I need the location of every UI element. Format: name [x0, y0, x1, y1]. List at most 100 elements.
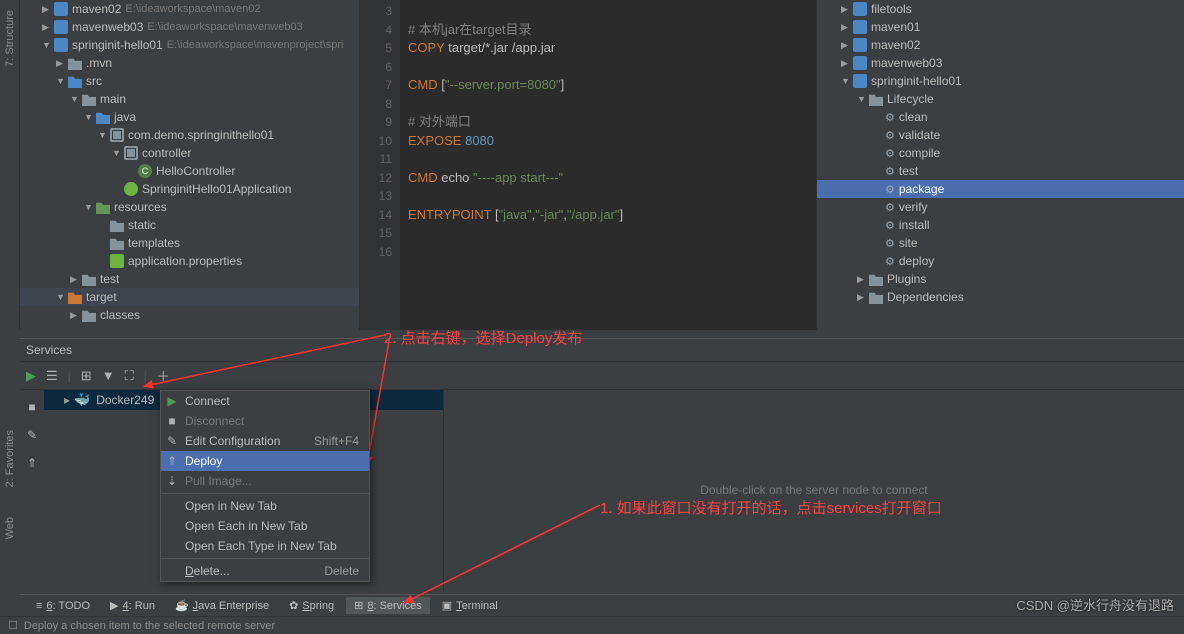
tree-item[interactable]: ▶classes [20, 306, 359, 324]
watermark: CSDN @逆水行舟没有退路 [1016, 595, 1174, 614]
maven-item[interactable]: ⚙site [817, 234, 1184, 252]
tree-item[interactable]: ▼resources [20, 198, 359, 216]
maven-item[interactable]: ⚙test [817, 162, 1184, 180]
maven-item-label: deploy [899, 254, 934, 268]
tool-tab--todo[interactable]: ≡6: TODO [28, 598, 98, 614]
tool-tab--run[interactable]: ▶4: Run [102, 597, 163, 614]
maven-item[interactable]: ▼springinit-hello01 [817, 72, 1184, 90]
maven-item[interactable]: ⚙verify [817, 198, 1184, 216]
maven-item[interactable]: ⚙validate [817, 126, 1184, 144]
tree-item[interactable]: ▶mavenweb03E:\ideaworkspace\mavenweb03 [20, 18, 359, 36]
maven-item-label: compile [899, 146, 940, 160]
docker-node-label: Docker249 [96, 393, 154, 407]
tree-item[interactable]: ▼main [20, 90, 359, 108]
services-side-icons: ■ ✎ ⇑ [20, 390, 44, 590]
maven-panel[interactable]: ▶filetools▶maven01▶maven02▶mavenweb03▼sp… [816, 0, 1184, 330]
maven-item-label: Lifecycle [887, 92, 934, 106]
maven-item[interactable]: ⚙ compile [817, 144, 1184, 162]
maven-item[interactable]: ▼Lifecycle [817, 90, 1184, 108]
menu-icon: ⇣ [165, 474, 179, 488]
maven-item[interactable]: ▶Dependencies [817, 288, 1184, 306]
gear-icon: ⚙ [885, 147, 895, 160]
project-tree[interactable]: ▶maven02E:\ideaworkspace\maven02▶mavenwe… [20, 0, 360, 330]
tab-icon: ▶ [110, 599, 118, 612]
tree-item[interactable]: HelloController [20, 162, 359, 180]
tab-icon: ▣ [442, 599, 452, 612]
tree-item[interactable]: templates [20, 234, 359, 252]
tool-tab--services[interactable]: ⊞8: Services [346, 597, 430, 614]
tree-item-label: springinit-hello01 [72, 38, 163, 52]
tool-tab-terminal[interactable]: ▣Terminal [434, 597, 506, 614]
filter-icon[interactable]: ▼ [102, 368, 115, 383]
tree-item[interactable]: ▼com.demo.springinithello01 [20, 126, 359, 144]
editor-content[interactable]: # 本机jar在target目录COPY target/*.jar /app.j… [400, 0, 816, 330]
class-icon [138, 164, 152, 178]
code-editor[interactable]: 345678910111213141516 # 本机jar在target目录CO… [360, 0, 816, 330]
menu-item-connect[interactable]: ▶Connect [161, 391, 369, 411]
status-bar: ☐ Deploy a chosen item to the selected r… [0, 616, 1184, 634]
tree-item[interactable]: application.properties [20, 252, 359, 270]
tree-item[interactable]: ▼controller [20, 144, 359, 162]
structure-tool-button[interactable]: 7: Structure [4, 10, 16, 67]
menu-item-deploy[interactable]: ⇑Deploy [161, 451, 369, 471]
folder-icon [869, 290, 883, 304]
stop-icon[interactable]: ■ [28, 400, 35, 414]
edit-icon[interactable]: ✎ [27, 428, 37, 442]
gear-icon: ⚙ [885, 183, 895, 196]
tree-item[interactable]: static [20, 216, 359, 234]
maven-item[interactable]: ▶maven02 [817, 36, 1184, 54]
menu-item-label: Open Each in New Tab [185, 519, 308, 533]
maven-item[interactable]: ▶mavenweb03 [817, 54, 1184, 72]
mod-icon [54, 20, 68, 34]
tree-item[interactable]: SpringinitHello01Application [20, 180, 359, 198]
maven-item[interactable]: ▶maven01 [817, 18, 1184, 36]
tool-tab-java-enterprise[interactable]: ☕Java Enterprise [167, 597, 277, 614]
menu-item-edit-configuration[interactable]: ✎Edit ConfigurationShift+F4 [161, 431, 369, 451]
run-icon[interactable]: ▶ [26, 368, 36, 384]
tree-item-label: java [114, 110, 136, 124]
tool-tab-spring[interactable]: ✿Spring [281, 597, 342, 614]
tree-item-label: application.properties [128, 254, 242, 268]
maven-item[interactable]: ⚙install [817, 216, 1184, 234]
menu-item-open-in-new-tab[interactable]: Open in New Tab [161, 496, 369, 516]
menu-icon: ⇑ [165, 454, 179, 468]
tree-item[interactable]: ▶test [20, 270, 359, 288]
gear-icon: ⚙ [885, 237, 895, 250]
menu-item-open-each-in-new-tab[interactable]: Open Each in New Tab [161, 516, 369, 536]
menu-item-delete-[interactable]: Delete...Delete [161, 561, 369, 581]
toolbar-expand-icon[interactable]: ⛶ [125, 368, 134, 384]
tree-item[interactable]: ▶.mvn [20, 54, 359, 72]
status-text: Deploy a chosen item to the selected rem… [24, 620, 275, 632]
tree-item-path: E:\ideaworkspace\mavenweb03 [147, 21, 302, 33]
maven-item-label: package [899, 182, 944, 196]
add-icon[interactable]: ＋ [157, 366, 170, 385]
services-title: Services [20, 339, 1184, 362]
menu-item-open-each-type-in-new-tab[interactable]: Open Each Type in New Tab [161, 536, 369, 556]
m-icon [853, 56, 867, 70]
tree-item[interactable]: ▼springinit-hello01E:\ideaworkspace\mave… [20, 36, 359, 54]
tree-item-label: maven02 [72, 2, 121, 16]
toolbar-layout-icon[interactable]: ⊞ [81, 368, 92, 384]
tree-item-label: src [86, 74, 102, 88]
tab-icon: ≡ [36, 600, 42, 612]
menu-icon: ✎ [165, 434, 179, 448]
maven-item[interactable]: ⚙ package [817, 180, 1184, 198]
favorites-tool-button[interactable]: 2: Favorites [4, 430, 16, 487]
tree-item[interactable]: ▶maven02E:\ideaworkspace\maven02 [20, 0, 359, 18]
gear-icon: ⚙ [885, 111, 895, 124]
maven-item[interactable]: ▶Plugins [817, 270, 1184, 288]
toolbar-tree-icon[interactable]: ☰ [46, 368, 58, 384]
tree-item[interactable]: ▼java [20, 108, 359, 126]
editor-gutter: 345678910111213141516 [360, 0, 400, 330]
tree-item[interactable]: ▼target [20, 288, 359, 306]
m-icon [853, 38, 867, 52]
menu-item-label: Open Each Type in New Tab [185, 539, 337, 553]
tree-item[interactable]: ▼src [20, 72, 359, 90]
deploy-icon[interactable]: ⇑ [27, 456, 37, 470]
maven-item-label: Plugins [887, 272, 926, 286]
maven-item[interactable]: ⚙clean [817, 108, 1184, 126]
maven-item[interactable]: ▶filetools [817, 0, 1184, 18]
tab-label: Spring [302, 600, 334, 612]
maven-item[interactable]: ⚙deploy [817, 252, 1184, 270]
web-tool-button[interactable]: Web [4, 517, 16, 539]
